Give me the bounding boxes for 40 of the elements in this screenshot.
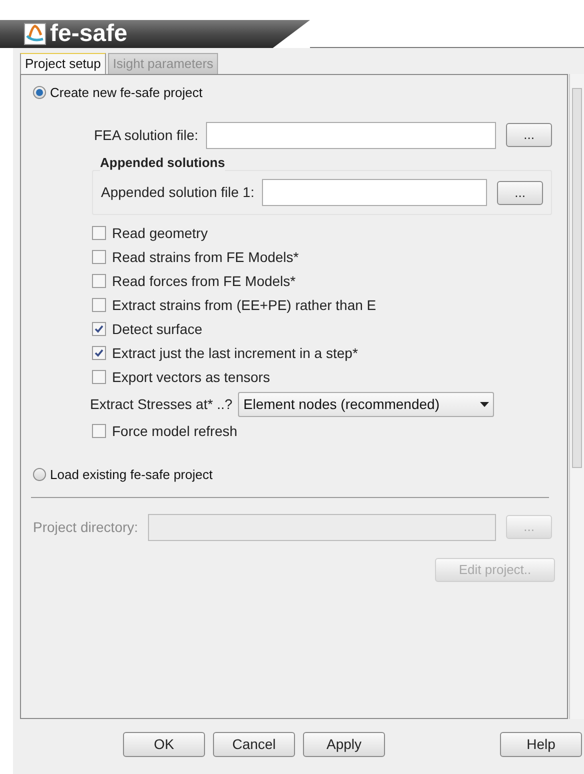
checkbox-label: Read strains from FE Models* — [112, 248, 299, 266]
dialog-button[interactable]: Help — [500, 732, 582, 757]
checkbox[interactable] — [92, 370, 106, 384]
checkmark-icon — [94, 324, 104, 334]
dropdown[interactable]: Element nodes (recommended) — [238, 392, 494, 416]
app-logo-icon — [24, 23, 46, 45]
checkbox-label: Force model refresh — [112, 422, 238, 440]
input-field[interactable] — [262, 179, 488, 206]
checkbox[interactable] — [92, 298, 106, 312]
scrollbar[interactable] — [569, 74, 584, 719]
input-field[interactable] — [206, 122, 496, 148]
dialog-button[interactable]: OK — [123, 732, 205, 757]
checkbox-label: Read forces from FE Models* — [112, 272, 296, 290]
dialog-button[interactable]: Cancel — [213, 732, 295, 757]
radio-label: Load existing fe-safe project — [50, 466, 213, 484]
radio-label: Create new fe-safe project — [50, 84, 202, 102]
browse-button[interactable]: ... — [506, 123, 552, 147]
dialog-button[interactable]: Apply — [303, 732, 385, 757]
checkbox[interactable] — [92, 226, 106, 240]
checkbox[interactable] — [92, 322, 106, 336]
checkbox-label: Extract strains from (EE+PE) rather than E — [112, 296, 376, 315]
field-label: FEA solution file: — [94, 126, 198, 144]
checkbox[interactable] — [92, 274, 106, 288]
checkbox-label: Extract just the last increment in a step* — [112, 344, 358, 363]
checkbox-label: Detect surface — [112, 320, 202, 338]
field-label: Appended solution file 1: — [101, 183, 254, 202]
checkbox-label: Read geometry — [112, 224, 208, 243]
caret-icon — [480, 402, 490, 406]
checkbox[interactable] — [92, 424, 106, 438]
select-label: Extract Stresses at* ..? — [90, 394, 232, 414]
radio-button[interactable] — [33, 86, 46, 100]
app-title: fe-safe — [50, 22, 128, 46]
field-label: Project directory: — [33, 518, 138, 537]
radio-button[interactable] — [33, 468, 46, 482]
checkbox[interactable] — [92, 346, 106, 360]
checkmark-icon — [94, 348, 104, 358]
checkbox-label: Export vectors as tensors — [112, 368, 270, 387]
checkbox[interactable] — [92, 250, 106, 264]
tab[interactable]: Project setup — [20, 53, 106, 74]
browse-button[interactable]: ... — [497, 180, 544, 204]
